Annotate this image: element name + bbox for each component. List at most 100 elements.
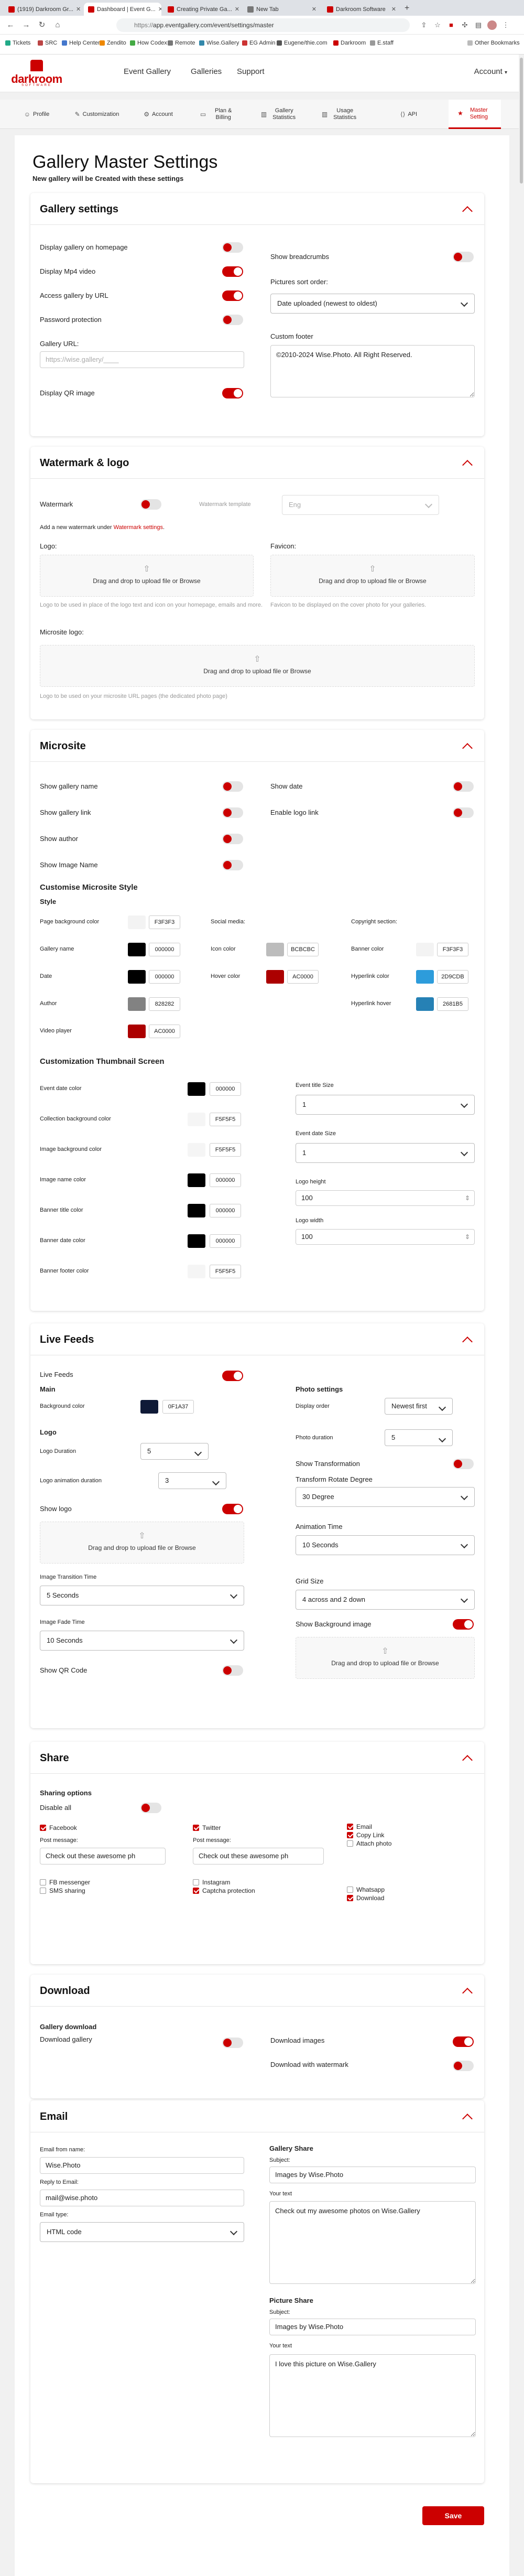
date-swatch[interactable]: [128, 970, 146, 984]
extension-icon[interactable]: ■: [446, 20, 456, 30]
thumb-color-swatch[interactable]: [188, 1265, 205, 1278]
logo-duration-select[interactable]: 5: [140, 1443, 209, 1460]
bookmark[interactable]: Remote: [168, 40, 195, 46]
bookmark[interactable]: How Codex: [130, 40, 167, 46]
event-title-size-select[interactable]: 1: [296, 1095, 475, 1115]
tab-account[interactable]: ⚙ Account: [132, 100, 184, 129]
bookmark[interactable]: SRC: [38, 40, 57, 46]
banner-color-swatch[interactable]: [416, 943, 434, 956]
show-bg-toggle[interactable]: [453, 1619, 474, 1630]
facebook-post-message-input[interactable]: Check out these awesome ph: [40, 1848, 166, 1864]
thumb-color-swatch[interactable]: [188, 1173, 205, 1187]
nav-support[interactable]: Support: [237, 67, 265, 76]
close-icon[interactable]: ✕: [235, 6, 239, 13]
gallery-name-hex[interactable]: 000000: [149, 943, 180, 956]
menu-icon[interactable]: ⋮: [501, 20, 510, 30]
email-checkbox[interactable]: [347, 1824, 353, 1830]
save-button[interactable]: Save: [422, 2506, 484, 2525]
bookmark[interactable]: EG Admin: [242, 40, 276, 46]
hyperlink-hover-hex[interactable]: 2681B5: [437, 997, 468, 1011]
whatsapp-checkbox[interactable]: [347, 1887, 353, 1893]
breadcrumbs-toggle[interactable]: [453, 252, 474, 262]
tab-profile[interactable]: ☺ Profile: [10, 100, 63, 129]
thumb-color-hex[interactable]: 000000: [210, 1204, 241, 1217]
close-icon[interactable]: ✕: [76, 6, 81, 13]
scrollbar-thumb[interactable]: [520, 58, 523, 184]
grid-size-select[interactable]: 4 across and 2 down: [296, 1590, 475, 1610]
collapse-icon[interactable]: [462, 457, 473, 468]
page-bg-swatch[interactable]: [128, 915, 146, 929]
browser-tab[interactable]: Creating Private Ga... ✕: [163, 3, 241, 16]
twitter-checkbox[interactable]: [193, 1825, 199, 1831]
thumb-color-hex[interactable]: 000000: [210, 1082, 241, 1096]
new-tab-icon[interactable]: +: [405, 4, 409, 13]
logo-width-input[interactable]: 100: [296, 1229, 475, 1245]
attach-photo-checkbox[interactable]: [347, 1840, 353, 1847]
bookmark-folder[interactable]: Other Bookmarks: [467, 40, 520, 46]
event-date-size-select[interactable]: 1: [296, 1143, 475, 1163]
close-icon[interactable]: ✕: [391, 6, 396, 13]
thumb-color-hex[interactable]: F5F5F5: [210, 1265, 241, 1278]
collapse-icon[interactable]: [462, 1752, 473, 1763]
bookmark[interactable]: Wise.Gallery: [199, 40, 239, 46]
picture-text-textarea[interactable]: [269, 2354, 476, 2437]
tab-plan-billing[interactable]: ▭ Plan & Billing: [193, 100, 245, 129]
from-name-input[interactable]: Wise.Photo: [40, 2157, 244, 2174]
facebook-checkbox[interactable]: [40, 1825, 46, 1831]
gallery-text-textarea[interactable]: [269, 2201, 476, 2284]
bg-image-dropzone[interactable]: ⇧ Drag and drop to upload file or Browse: [296, 1637, 475, 1679]
thumb-color-swatch[interactable]: [188, 1234, 205, 1248]
logo-anim-select[interactable]: 3: [158, 1472, 226, 1489]
collapse-icon[interactable]: [462, 1334, 473, 1344]
show-transform-toggle[interactable]: [453, 1459, 474, 1469]
browser-tab[interactable]: (1919) Darkroom Gr... ✕: [4, 3, 82, 16]
thumb-color-swatch[interactable]: [188, 1082, 205, 1096]
thumb-color-swatch[interactable]: [188, 1113, 205, 1126]
transition-select[interactable]: 5 Seconds: [40, 1586, 244, 1605]
nav-event-gallery[interactable]: Event Gallery: [124, 67, 171, 76]
display-qr-toggle[interactable]: [222, 388, 243, 398]
sort-order-select[interactable]: Date uploaded (newest to oldest): [270, 294, 475, 314]
download-images-toggle[interactable]: [453, 2036, 474, 2047]
author-swatch[interactable]: [128, 997, 146, 1011]
captcha-checkbox[interactable]: [193, 1888, 199, 1894]
rotate-select[interactable]: 30 Degree: [296, 1487, 475, 1507]
hyperlink-hover-swatch[interactable]: [416, 997, 434, 1011]
sms-checkbox[interactable]: [40, 1888, 46, 1894]
show-author-toggle[interactable]: [222, 834, 243, 844]
display-homepage-toggle[interactable]: [222, 242, 243, 253]
share-icon[interactable]: ⇪: [419, 20, 429, 30]
show-image-name-toggle[interactable]: [222, 860, 243, 870]
email-type-select[interactable]: HTML code: [40, 2222, 244, 2242]
icon-color-swatch[interactable]: [266, 943, 284, 956]
watermark-template-select[interactable]: Eng: [282, 495, 439, 515]
show-gallery-link-toggle[interactable]: [222, 807, 243, 818]
gallery-subject-input[interactable]: Images by Wise.Photo: [269, 2167, 476, 2183]
profile-avatar[interactable]: [487, 20, 497, 30]
hyperlink-color-hex[interactable]: 2D9CDB: [437, 970, 468, 984]
fade-select[interactable]: 10 Seconds: [40, 1631, 244, 1651]
video-swatch[interactable]: [128, 1025, 146, 1038]
icon-color-hex[interactable]: BCBCBC: [287, 943, 319, 956]
instagram-checkbox[interactable]: [193, 1879, 199, 1885]
show-qr-toggle[interactable]: [222, 1665, 243, 1676]
bookmark[interactable]: Zendito: [100, 40, 126, 46]
logo-height-input[interactable]: 100: [296, 1190, 475, 1206]
download-watermark-toggle[interactable]: [453, 2061, 474, 2071]
bg-color-hex[interactable]: 0F1A37: [162, 1400, 194, 1414]
bookmark[interactable]: Tickets: [5, 40, 30, 46]
hyperlink-color-swatch[interactable]: [416, 970, 434, 984]
access-url-toggle[interactable]: [222, 290, 243, 301]
darkroom-logo[interactable]: darkroom SOFTWARE: [7, 60, 66, 87]
sidebar-icon[interactable]: ▤: [474, 20, 483, 30]
display-mp4-toggle[interactable]: [222, 266, 243, 277]
collapse-icon[interactable]: [462, 2111, 473, 2121]
bookmark[interactable]: Eugene/thie.com: [277, 40, 328, 46]
photo-duration-select[interactable]: 5: [385, 1429, 453, 1446]
hover-color-swatch[interactable]: [266, 970, 284, 984]
thumb-color-hex[interactable]: 000000: [210, 1173, 241, 1187]
password-toggle[interactable]: [222, 315, 243, 325]
download-checkbox[interactable]: [347, 1895, 353, 1901]
bookmark[interactable]: Darkroom: [333, 40, 366, 46]
live-feeds-toggle[interactable]: [222, 1371, 243, 1381]
